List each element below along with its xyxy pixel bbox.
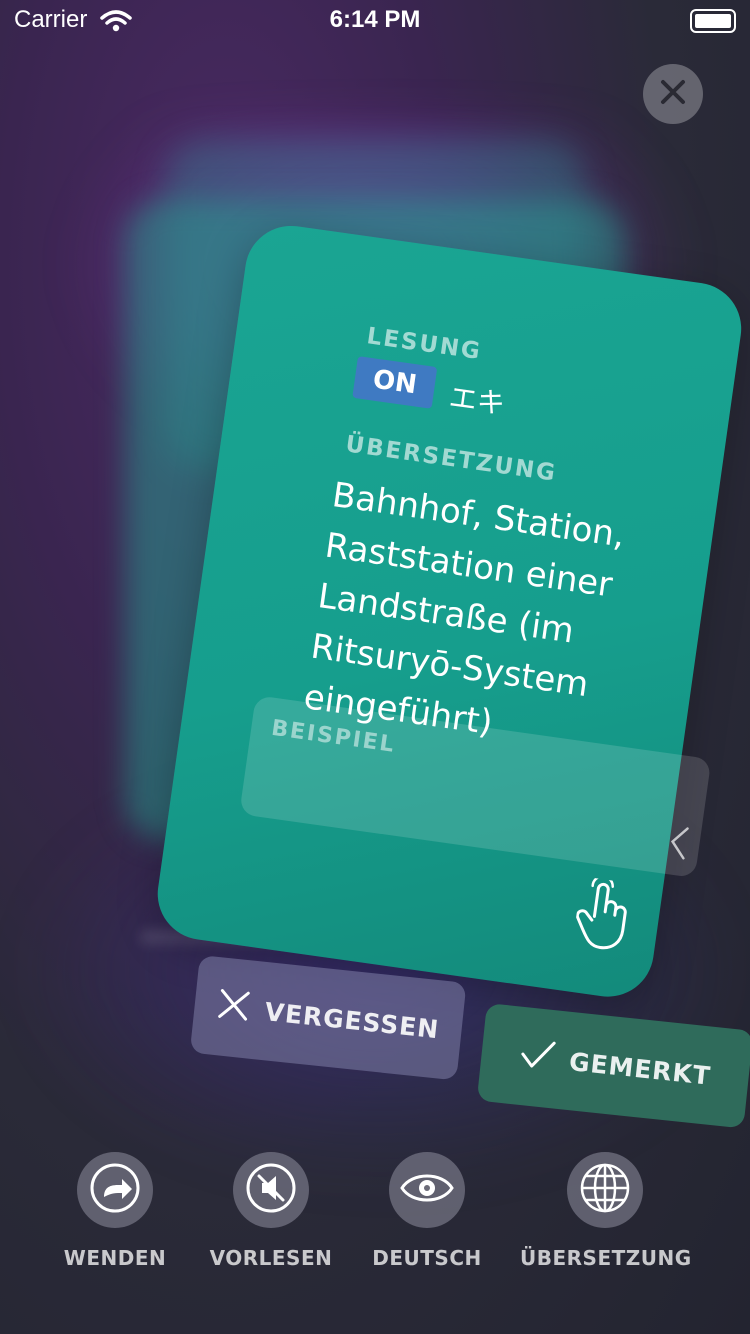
reading-type-badge: ON: [352, 356, 438, 409]
flashcard[interactable]: LESUNG ON エキ ÜBERSETZUNG Bahnhof, Statio…: [151, 220, 748, 1003]
turn-arrow-icon: [88, 1161, 142, 1219]
close-icon: [659, 78, 687, 110]
example-label: BEISPIEL: [269, 715, 398, 758]
status-bar: Carrier 6:14 PM: [0, 0, 750, 40]
eye-icon: [400, 1168, 454, 1212]
checkmark-icon: [518, 1037, 558, 1079]
clock: 6:14 PM: [329, 6, 421, 33]
globe-icon: [578, 1161, 632, 1219]
toolbar-german[interactable]: DEUTSCH: [342, 1152, 512, 1270]
turn-label: WENDEN: [63, 1246, 167, 1270]
translation-button[interactable]: [567, 1152, 643, 1228]
translation-toolbar-label: ÜBERSETZUNG: [520, 1246, 692, 1270]
german-button[interactable]: [389, 1152, 465, 1228]
toolbar-translation[interactable]: ÜBERSETZUNG: [520, 1152, 692, 1270]
speaker-muted-icon: [244, 1161, 298, 1219]
turn-button[interactable]: [77, 1152, 153, 1228]
read-aloud-label: VORLESEN: [209, 1246, 333, 1270]
toolbar-read-aloud[interactable]: VORLESEN: [186, 1152, 356, 1270]
tap-hand-icon: [571, 875, 637, 959]
forget-button-label: VERGESSEN: [263, 996, 441, 1044]
toolbar-turn[interactable]: WENDEN: [30, 1152, 200, 1270]
bottom-toolbar: WENDEN VORLESEN DEUTSCH ÜBERSETZUNG: [0, 1152, 750, 1282]
known-button-label: GEMERKT: [567, 1046, 713, 1091]
reading-kana: エキ: [447, 380, 508, 421]
chevron-left-icon[interactable]: [667, 824, 692, 864]
german-label: DEUTSCH: [372, 1246, 482, 1270]
battery-icon: [690, 9, 736, 33]
close-icon: [215, 986, 253, 1029]
read-aloud-button[interactable]: [233, 1152, 309, 1228]
close-button[interactable]: [643, 64, 703, 124]
